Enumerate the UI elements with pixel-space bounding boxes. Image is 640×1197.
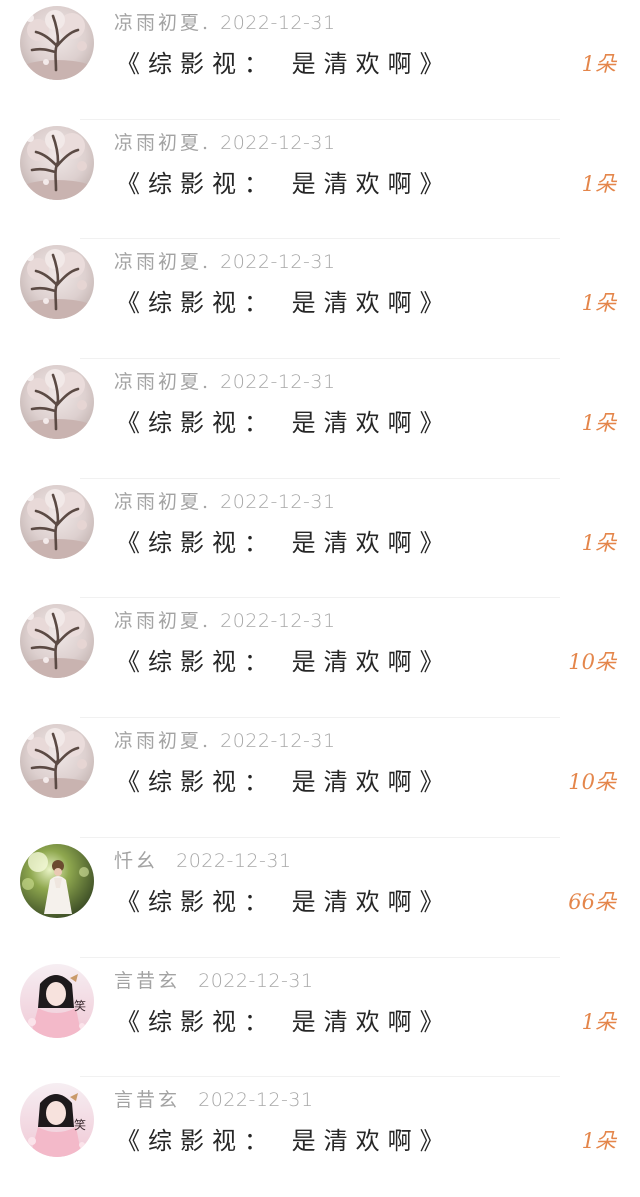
message-text: 《综影视： 是清欢啊》 [116, 409, 452, 438]
list-item[interactable]: 凉雨初夏. 2022-12-31 《综影视： 是清欢啊》 10朵 [0, 598, 640, 718]
post-date: 2022-12-31 [220, 610, 336, 633]
user-name[interactable]: 忏幺 [114, 850, 158, 872]
tree-avatar-icon[interactable] [20, 724, 94, 798]
user-meta: 凉雨初夏. 2022-12-31 [114, 606, 336, 633]
post-date: 2022-12-31 [220, 251, 336, 274]
gift-count: 1朵 [581, 1009, 616, 1034]
separator: . [202, 131, 212, 154]
message-text: 《综影视： 是清欢啊》 [116, 1007, 452, 1036]
tree-avatar-icon[interactable] [20, 6, 94, 80]
message-text: 《综影视： 是清欢啊》 [116, 648, 452, 677]
tree-avatar-icon[interactable] [20, 604, 94, 678]
post-date: 2022-12-31 [198, 969, 314, 992]
user-meta: 凉雨初夏. 2022-12-31 [114, 8, 336, 35]
user-name[interactable]: 凉雨初夏 [114, 371, 202, 393]
separator: . [202, 490, 212, 513]
gift-count: 1朵 [581, 530, 616, 555]
list-item[interactable]: 凉雨初夏. 2022-12-31 《综影视： 是清欢啊》 10朵 [0, 718, 640, 838]
user-name[interactable]: 凉雨初夏 [114, 12, 202, 34]
list-item[interactable]: 言昔玄 2022-12-31 《综影视： 是清欢啊》 1朵 [0, 1077, 640, 1197]
user-meta: 凉雨初夏. 2022-12-31 [114, 247, 336, 274]
list-item[interactable]: 言昔玄 2022-12-31 《综影视： 是清欢啊》 1朵 [0, 958, 640, 1078]
post-date: 2022-12-31 [220, 371, 336, 394]
gift-count: 1朵 [581, 1129, 616, 1154]
user-meta: 忏幺 2022-12-31 [114, 846, 292, 873]
post-date: 2022-12-31 [220, 131, 336, 154]
list-item[interactable]: 忏幺 2022-12-31 《综影视： 是清欢啊》 66朵 [0, 838, 640, 958]
post-date: 2022-12-31 [220, 12, 336, 34]
user-meta: 凉雨初夏. 2022-12-31 [114, 487, 336, 514]
separator: . [202, 12, 212, 34]
gift-list: 凉雨初夏. 2022-12-31 《综影视： 是清欢啊》 1朵 凉雨初夏. 20… [0, 0, 640, 1167]
message-text: 《综影视： 是清欢啊》 [116, 887, 452, 916]
message-text: 《综影视： 是清欢啊》 [116, 528, 452, 557]
list-item[interactable]: 凉雨初夏. 2022-12-31 《综影视： 是清欢啊》 1朵 [0, 239, 640, 359]
list-item[interactable]: 凉雨初夏. 2022-12-31 《综影视： 是清欢啊》 1朵 [0, 479, 640, 599]
list-item[interactable]: 凉雨初夏. 2022-12-31 《综影视： 是清欢啊》 1朵 [0, 0, 640, 120]
gift-count: 1朵 [581, 291, 616, 316]
post-date: 2022-12-31 [198, 1089, 314, 1112]
message-text: 《综影视： 是清欢啊》 [116, 50, 452, 78]
user-name[interactable]: 凉雨初夏 [114, 730, 202, 752]
user-name[interactable]: 言昔玄 [114, 1089, 180, 1111]
tree-avatar-icon[interactable] [20, 365, 94, 439]
user-name[interactable]: 凉雨初夏 [114, 132, 202, 154]
user-meta: 凉雨初夏. 2022-12-31 [114, 367, 336, 394]
user-name[interactable]: 言昔玄 [114, 970, 180, 992]
forest-girl-avatar-icon[interactable] [20, 844, 94, 918]
user-name[interactable]: 凉雨初夏 [114, 491, 202, 513]
gift-count: 10朵 [568, 650, 616, 675]
user-name[interactable]: 凉雨初夏 [114, 610, 202, 632]
message-text: 《综影视： 是清欢啊》 [116, 169, 452, 198]
post-date: 2022-12-31 [220, 490, 336, 513]
gift-count: 1朵 [581, 52, 616, 76]
tree-avatar-icon[interactable] [20, 485, 94, 559]
gift-count: 10朵 [568, 770, 616, 795]
user-name[interactable]: 凉雨初夏 [114, 251, 202, 273]
tree-avatar-icon[interactable] [20, 245, 94, 319]
list-item[interactable]: 凉雨初夏. 2022-12-31 《综影视： 是清欢啊》 1朵 [0, 359, 640, 479]
post-date: 2022-12-31 [220, 730, 336, 753]
user-meta: 凉雨初夏. 2022-12-31 [114, 726, 336, 753]
post-date: 2022-12-31 [176, 849, 292, 872]
list-item[interactable]: 凉雨初夏. 2022-12-31 《综影视： 是清欢啊》 1朵 [0, 120, 640, 240]
gift-count: 66朵 [568, 889, 616, 914]
separator: . [202, 610, 212, 633]
separator: . [202, 251, 212, 274]
pink-lady-avatar-icon[interactable] [20, 1083, 94, 1157]
user-meta: 言昔玄 2022-12-31 [114, 1085, 314, 1112]
message-text: 《综影视： 是清欢啊》 [116, 768, 452, 797]
message-text: 《综影视： 是清欢啊》 [116, 289, 452, 318]
gift-count: 1朵 [581, 411, 616, 436]
pink-lady-avatar-icon[interactable] [20, 964, 94, 1038]
tree-avatar-icon[interactable] [20, 126, 94, 200]
separator: . [202, 371, 212, 394]
gift-count: 1朵 [581, 171, 616, 196]
separator: . [202, 730, 212, 753]
user-meta: 凉雨初夏. 2022-12-31 [114, 128, 336, 155]
user-meta: 言昔玄 2022-12-31 [114, 966, 314, 993]
message-text: 《综影视： 是清欢啊》 [116, 1127, 452, 1156]
